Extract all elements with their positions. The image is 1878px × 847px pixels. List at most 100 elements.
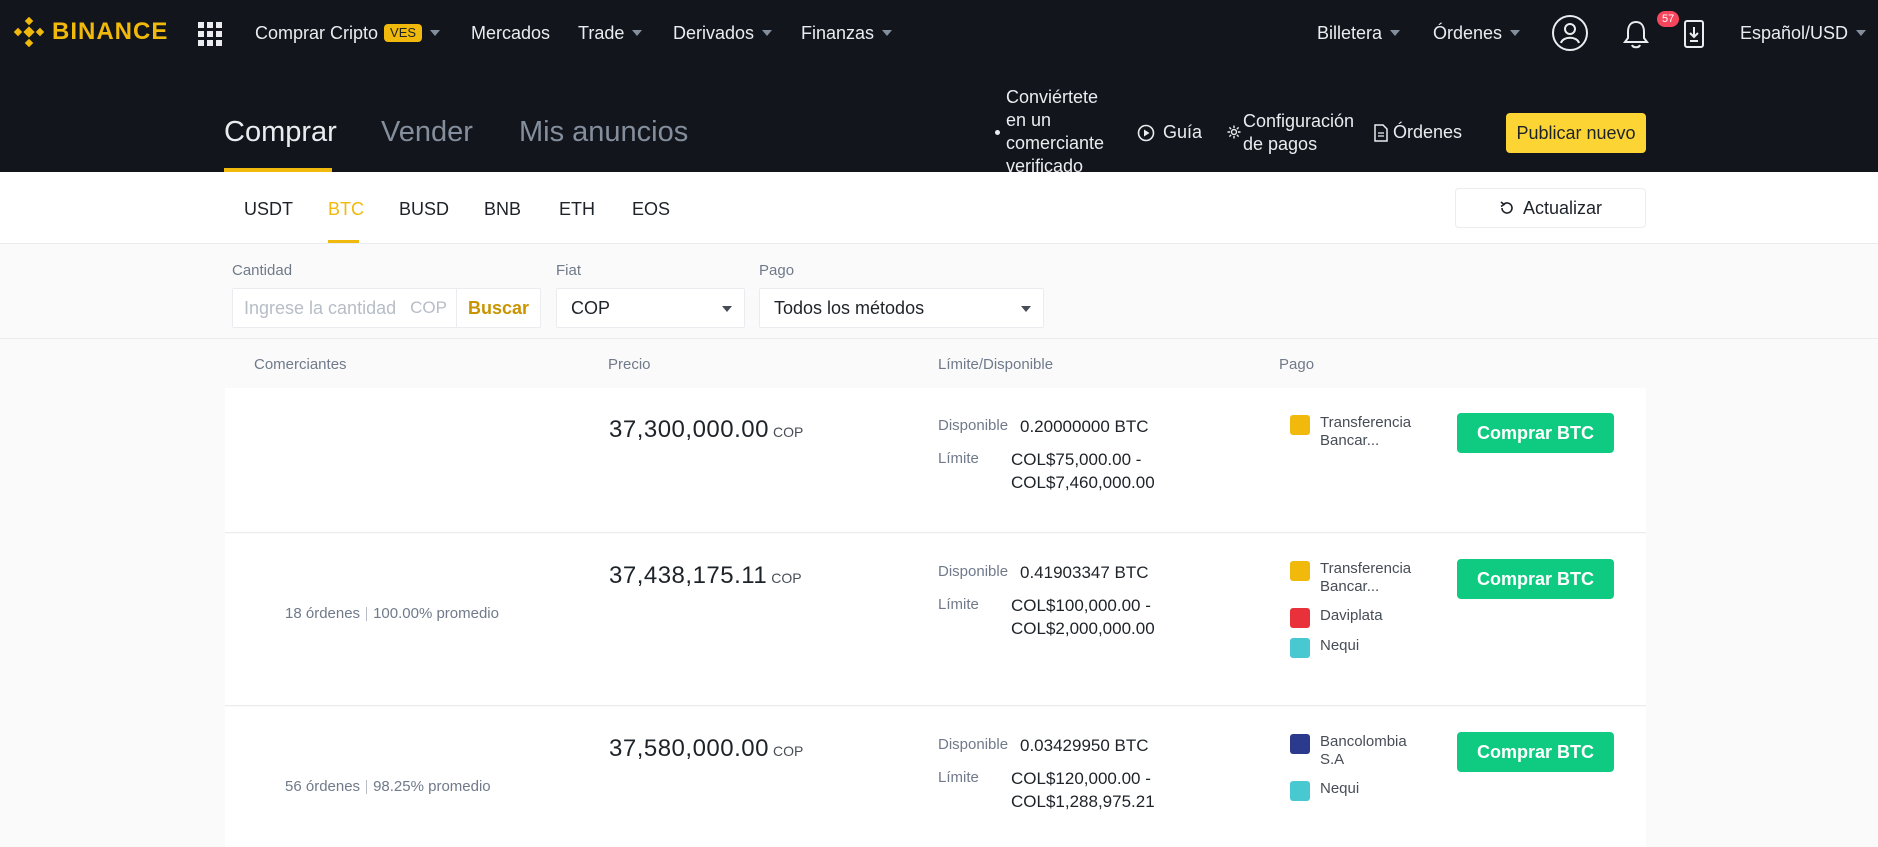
payment-method: Nequi [1290, 637, 1359, 658]
payment-method: Daviplata [1290, 607, 1383, 628]
payment-method: Nequi [1290, 780, 1359, 801]
nav-buy-crypto-label: Comprar Cripto [255, 22, 379, 43]
payment-method: Transferencia Bancar... [1290, 414, 1420, 450]
currency-badge: VES [384, 24, 423, 42]
tab-coin-btc[interactable]: BTC [328, 199, 364, 220]
payment-select[interactable]: Todos los métodos [759, 288, 1044, 328]
chevron-down-icon [762, 30, 773, 36]
tab-coin-bnb[interactable]: BNB [484, 199, 521, 220]
binance-diamond-icon [14, 17, 44, 47]
header-price: Precio [608, 356, 651, 373]
play-circle-icon [1137, 124, 1155, 142]
coin-tabs-bar: USDT BTC BUSD BNB ETH EOS Actualizar [0, 172, 1878, 244]
brand-name: BINANCE [52, 18, 169, 45]
merchant-stats: 18 órdenes 100.00% promedio [285, 605, 499, 622]
merchant-stats: 56 órdenes 98.25% promedio [285, 778, 491, 795]
chevron-down-icon [882, 30, 893, 36]
amount-input[interactable]: Ingrese la cantidad [233, 298, 396, 319]
table-row: 37,300,000.00 COP Disponible 0.20000000 B… [225, 388, 1646, 533]
price-value: 37,300,000.00 COP [609, 416, 804, 443]
apps-grid-icon[interactable] [196, 20, 222, 46]
limit-label: Límite [938, 596, 979, 613]
payment-method-label: Bancolombia S.A [1320, 733, 1407, 768]
binance-logo[interactable]: BINANCE [14, 16, 168, 48]
tab-my-ads[interactable]: Mis anuncios [519, 116, 688, 149]
bank-transfer-icon [1290, 561, 1310, 581]
chevron-down-icon [632, 30, 643, 36]
nav-markets[interactable]: Mercados [471, 20, 550, 46]
filters-bar: Cantidad Ingrese la cantidad COP Buscar … [0, 244, 1878, 339]
guide-link[interactable]: Guía [1163, 121, 1202, 144]
table-row: 56 órdenes 98.25% promedio 37,580,000.00… [225, 707, 1646, 847]
notification-count-badge: 57 [1657, 11, 1680, 27]
tab-coin-busd[interactable]: BUSD [399, 199, 449, 220]
dot-icon [995, 130, 1000, 135]
fiat-select-value: COP [571, 297, 611, 318]
available-label: Disponible [938, 417, 1009, 434]
available-value: 0.03429950 BTC [1020, 736, 1149, 755]
header-merchants: Comerciantes [254, 356, 347, 373]
limit-label: Límite [938, 769, 979, 786]
top-navbar: BINANCE Comprar Cripto VES Mercados Trad… [0, 0, 1878, 66]
table-row: 18 órdenes 100.00% promedio 37,438,175.1… [225, 534, 1646, 706]
amount-label: Cantidad [232, 262, 293, 279]
chevron-down-icon [1390, 30, 1401, 36]
tab-coin-eth[interactable]: ETH [559, 199, 595, 220]
download-app-icon[interactable] [1683, 20, 1705, 48]
user-account-icon[interactable] [1552, 15, 1588, 51]
nav-finance[interactable]: Finanzas [801, 20, 893, 46]
refresh-button[interactable]: Actualizar [1455, 188, 1646, 228]
limit-min: COL$100,000.00 - [1011, 596, 1151, 615]
price-currency: COP [772, 424, 804, 440]
payment-method-label: Nequi [1320, 780, 1360, 797]
fiat-label: Fiat [556, 262, 582, 279]
fiat-select[interactable]: COP [556, 288, 745, 328]
search-button[interactable]: Buscar [456, 289, 540, 327]
active-coin-indicator [328, 240, 359, 243]
bell-icon[interactable] [1622, 19, 1650, 49]
tab-coin-eos[interactable]: EOS [632, 199, 670, 220]
price-value: 37,580,000.00 COP [609, 735, 804, 762]
completion-rate: 100.00% promedio [373, 605, 499, 622]
nav-language[interactable]: Español/USD [1740, 20, 1867, 46]
nequi-icon [1290, 781, 1310, 801]
nav-derivatives[interactable]: Derivados [673, 20, 773, 46]
limit-max: COL$7,460,000.00 [1011, 473, 1155, 492]
tab-buy[interactable]: Comprar [224, 116, 337, 149]
bancolombia-icon [1290, 734, 1310, 754]
available-value: 0.20000000 BTC [1020, 417, 1149, 436]
nav-trade-label: Trade [578, 22, 625, 43]
price-value: 37,438,175.11 COP [609, 562, 802, 589]
limit-max: COL$1,288,975.21 [1011, 792, 1155, 811]
header-payment: Pago [1279, 356, 1315, 373]
buy-btc-button[interactable]: Comprar BTC [1457, 413, 1614, 453]
price-currency: COP [772, 743, 804, 759]
chevron-down-icon [1856, 30, 1867, 36]
bank-transfer-icon [1290, 415, 1310, 435]
verified-merchant-link[interactable]: Conviértete en un comerciante verificado [1006, 86, 1111, 178]
document-icon [1374, 124, 1388, 142]
nav-buy-crypto[interactable]: Comprar Cripto VES [255, 20, 441, 46]
orders-link[interactable]: Órdenes [1393, 121, 1462, 144]
nav-wallet[interactable]: Billetera [1317, 20, 1401, 46]
buy-btc-button[interactable]: Comprar BTC [1457, 732, 1614, 772]
buy-btc-button[interactable]: Comprar BTC [1457, 559, 1614, 599]
publish-new-button[interactable]: Publicar nuevo [1506, 113, 1646, 153]
payment-settings-link[interactable]: Configuración de pagos [1243, 110, 1354, 156]
payment-label: Pago [759, 262, 795, 279]
limit-min: COL$75,000.00 - [1011, 450, 1142, 469]
orders-count: 18 órdenes [285, 605, 361, 622]
completion-rate: 98.25% promedio [373, 778, 491, 795]
available-label: Disponible [938, 736, 1009, 753]
nav-wallet-label: Billetera [1317, 22, 1383, 43]
tab-coin-usdt[interactable]: USDT [244, 199, 293, 220]
tab-sell[interactable]: Vender [381, 116, 473, 149]
nav-orders[interactable]: Órdenes [1433, 20, 1521, 46]
payment-method-label: Nequi [1320, 637, 1360, 654]
nav-orders-label: Órdenes [1433, 22, 1503, 43]
settings-gear-icon [1227, 125, 1241, 139]
limit-label: Límite [938, 450, 979, 467]
nav-trade[interactable]: Trade [578, 20, 643, 46]
nav-finance-label: Finanzas [801, 22, 875, 43]
refresh-label: Actualizar [1522, 197, 1603, 218]
